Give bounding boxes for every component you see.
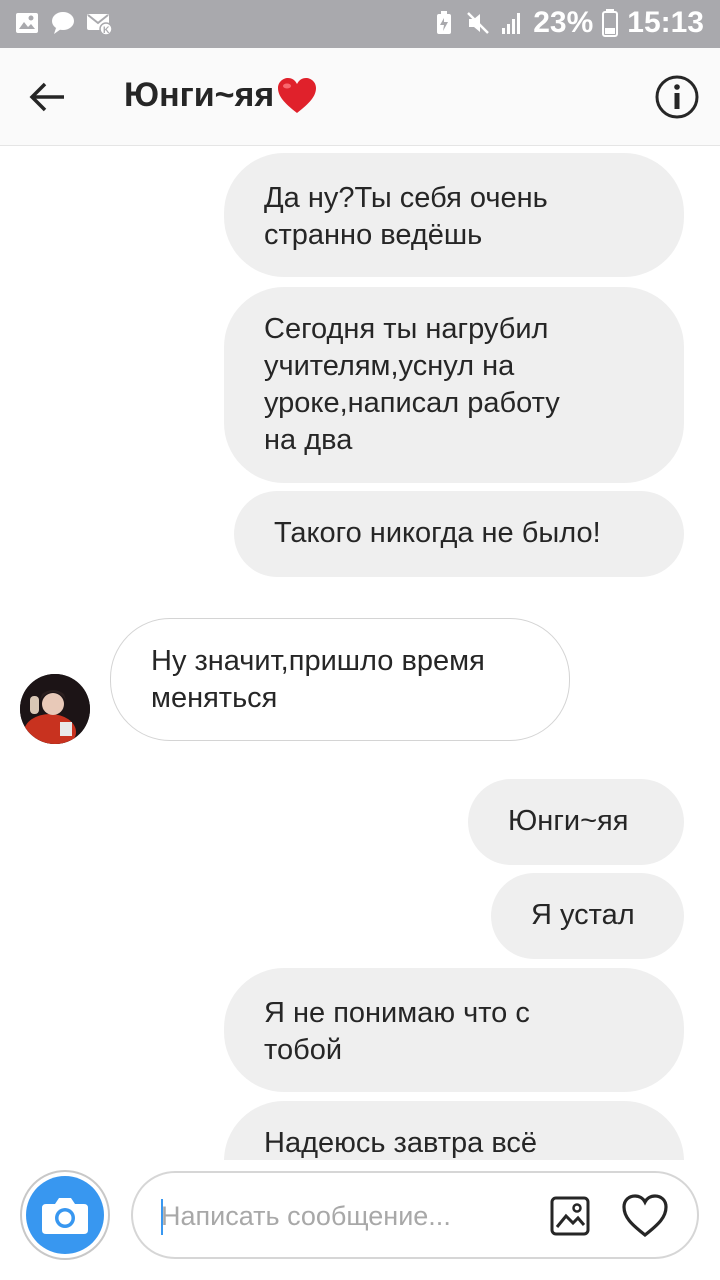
battery-saver-icon xyxy=(437,11,452,34)
message-text-line: на два xyxy=(264,424,353,456)
message-bubble-outgoing[interactable]: Такого никогда не было! xyxy=(234,491,684,577)
clock: 15:13 xyxy=(627,6,704,39)
signal-icon xyxy=(502,13,521,34)
message-bubble-outgoing[interactable]: Я устал xyxy=(491,873,684,959)
message-text-line: тобой xyxy=(264,1034,343,1066)
message-text-line: Я не понимаю что с xyxy=(264,997,530,1029)
message-notification-icon xyxy=(52,12,74,34)
avatar[interactable] xyxy=(20,674,90,744)
message-text-line: Надеюсь завтра всё xyxy=(264,1127,538,1159)
battery-icon xyxy=(602,9,619,37)
camera-button-fill xyxy=(26,1176,104,1254)
camera-button[interactable] xyxy=(20,1170,110,1260)
message-text-line: уроке,написал работу xyxy=(264,387,560,419)
message-bubble-outgoing[interactable]: Сегодня ты нагрубил учителям,уснул на ур… xyxy=(224,287,684,483)
gallery-icon[interactable] xyxy=(549,1195,591,1237)
message-text-line: Такого никогда не было! xyxy=(274,517,601,549)
gallery-notification-icon xyxy=(16,13,38,33)
message-text-line: странно ведёшь xyxy=(264,219,483,251)
message-bubble-outgoing[interactable]: Я не понимаю что с тобой xyxy=(224,968,684,1092)
message-bubble-outgoing[interactable]: Да ну?Ты себя очень странно ведёшь xyxy=(224,153,684,277)
message-text-line: Юнги~яя xyxy=(508,805,629,837)
message-bubble-outgoing[interactable]: Надеюсь завтра всё xyxy=(224,1101,684,1160)
message-text-line: учителям,уснул на xyxy=(264,350,515,382)
svg-text:K: K xyxy=(103,25,110,35)
message-composer xyxy=(0,1160,720,1280)
heart-icon[interactable] xyxy=(621,1193,669,1239)
info-icon[interactable] xyxy=(654,74,700,120)
message-input-box[interactable] xyxy=(131,1171,699,1259)
battery-percent: 23% xyxy=(533,6,594,39)
message-bubble-incoming[interactable]: Ну значит,пришло время меняться xyxy=(110,618,570,741)
back-arrow-icon xyxy=(29,82,64,112)
chat-header: Юнги~яя xyxy=(0,48,720,146)
back-button[interactable] xyxy=(22,72,72,122)
message-bubble-outgoing[interactable]: Юнги~яя xyxy=(468,779,684,865)
mail-notification-icon: K xyxy=(87,14,112,36)
red-heart-emoji-icon xyxy=(278,77,317,113)
status-bar: K 23% 15:13 xyxy=(0,0,720,48)
message-text-line: Ну значит,пришло время xyxy=(151,645,485,677)
message-input[interactable] xyxy=(161,1193,541,1239)
chat-title-text: Юнги~яя xyxy=(124,76,275,114)
mute-icon xyxy=(467,12,490,34)
message-text-line: Да ну?Ты себя очень xyxy=(264,182,548,214)
message-list[interactable]: Да ну?Ты себя очень странно ведёшь Сегод… xyxy=(0,147,720,1160)
chat-title[interactable]: Юнги~яя xyxy=(124,76,318,115)
message-text-line: Я устал xyxy=(531,899,635,931)
camera-icon xyxy=(42,1198,88,1234)
avatar-image xyxy=(20,674,90,744)
message-text-line: меняться xyxy=(151,682,278,714)
message-text-line: Сегодня ты нагрубил xyxy=(264,313,549,345)
